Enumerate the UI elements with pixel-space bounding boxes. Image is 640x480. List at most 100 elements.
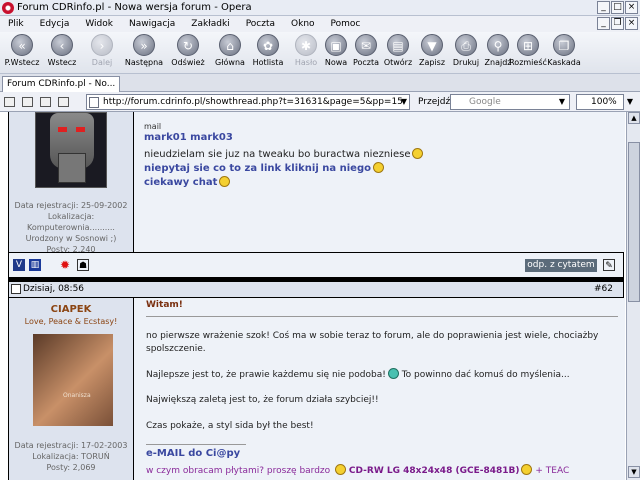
menu-nawigacja[interactable]: Nawigacja (121, 19, 183, 29)
doc-close-button[interactable]: × (625, 17, 638, 30)
find-icon: ⚲ (487, 34, 509, 56)
beer-smiley-icon (521, 464, 533, 475)
rewind-icon: « (11, 34, 33, 56)
page-icon[interactable] (58, 97, 69, 107)
title-bar: Forum CDRinfo.pl - Nowa wersja forum - O… (0, 0, 640, 16)
new-page-icon: ▣ (325, 34, 347, 56)
avatar: Onanisza (33, 334, 113, 426)
save-icon: ▼ (421, 34, 443, 56)
ghost-icon[interactable]: ☗ (77, 259, 89, 271)
nast-pna-button[interactable]: » Następna (124, 34, 164, 67)
home-small-icon[interactable] (40, 97, 51, 107)
scroll-up-icon[interactable]: ▲ (628, 112, 640, 124)
post-2: CIAPEK Love, Peace & Ecstasy! Onanisza D… (8, 298, 625, 480)
post-2-regdate: Data rejestracji: 17-02-2003 (14, 441, 128, 450)
quote-reply-button[interactable]: odp. z cytatem (525, 259, 597, 272)
menu-okno[interactable]: Okno (283, 19, 323, 29)
forward-icon: › (91, 34, 113, 56)
post-1-line: mark01 mark03 (144, 132, 233, 143)
doc-minimize-button[interactable]: _ (597, 17, 610, 30)
v-icon[interactable]: V (13, 259, 25, 271)
post-1-body: mail mark01 mark03 nieudzielam sie juz n… (133, 112, 625, 252)
maximize-button[interactable]: □ (611, 1, 624, 14)
kaskada-button[interactable]: ❐ Kaskada (544, 34, 584, 67)
wstecz-button[interactable]: ‹ Wstecz (42, 34, 82, 67)
search-dropdown-icon[interactable]: ▼ (556, 95, 568, 109)
window-title: Forum CDRinfo.pl - Nowa wersja forum - O… (17, 2, 252, 13)
post-2-paragraph: Najlepsze jest to, że prawie każdemu się… (146, 368, 570, 380)
post-1: Data rejestracji: 25-09-2002 Lokalizacja… (8, 112, 625, 254)
wink-smiley-icon (412, 148, 424, 159)
post-2-header: Dzisiaj, 08:56 #62 (8, 282, 624, 298)
tab-forum[interactable]: Forum CDRinfo.pl - No... (2, 76, 120, 92)
post-2-paragraph: no pierwsze wrażenie szok! Coś ma w sobi… (146, 331, 599, 354)
mail-label: mail (144, 122, 162, 131)
profile-book-icon[interactable]: ▥ (29, 259, 41, 271)
menu-widok[interactable]: Widok (77, 19, 121, 29)
tile-icon: ⊞ (517, 34, 539, 56)
vertical-scrollbar[interactable]: ▲ ▼ (626, 112, 640, 480)
cascade-icon: ❐ (553, 34, 575, 56)
post-2-title: Witam! (146, 300, 183, 310)
post-1-line: nieudzielam sie juz na tweaku bo buractw… (144, 148, 424, 160)
cool-smiley-icon (387, 368, 399, 379)
avatar (35, 112, 107, 188)
post-1-sidebar: Data rejestracji: 25-09-2002 Lokalizacja… (9, 112, 133, 254)
menu-bar: Plik Edycja Widok Nawigacja Zakładki Poc… (0, 16, 640, 32)
trash-icon[interactable] (22, 97, 33, 107)
reload-icon: ↻ (177, 34, 199, 56)
rozmie--button[interactable]: ⊞ Rozmieść (508, 34, 548, 67)
od-wie--button[interactable]: ↻ Odśwież (168, 34, 208, 67)
panel-toggle-icon[interactable] (4, 97, 15, 107)
url-dropdown-icon[interactable]: ▼ (398, 95, 410, 109)
post-2-date: Dzisiaj, 08:56 (23, 284, 85, 294)
post-1-regdate: Data rejestracji: 25-09-2002 (14, 201, 128, 210)
smiley-icon (372, 162, 384, 173)
post-2-username[interactable]: CIAPEK (9, 304, 133, 315)
post-2-post-count: Posty: 2,069 (46, 463, 96, 472)
scroll-thumb[interactable] (628, 142, 640, 302)
opera-logo-icon (2, 1, 14, 14)
dalej-button[interactable]: › Dalej (82, 34, 122, 67)
post-1-line: ciekawy chat (144, 176, 231, 188)
menu-edycja[interactable]: Edycja (32, 19, 78, 29)
fast-forward-icon: » (133, 34, 155, 56)
post-2-paragraph: Czas pokaże, a styl sida był the best! (146, 421, 314, 431)
tab-bar: Forum CDRinfo.pl - No... (0, 74, 640, 92)
p-wstecz-button[interactable]: «P.Wstecz (2, 34, 42, 67)
doc-restore-button[interactable]: ❐ (611, 17, 624, 30)
print-icon: ⎙ (455, 34, 477, 56)
sun-icon[interactable]: ✹ (59, 259, 71, 271)
close-button[interactable]: × (625, 1, 638, 14)
edit-note-icon[interactable]: ✎ (603, 259, 615, 271)
post-1-line[interactable]: niepytaj sie co to za link kliknij na ni… (144, 162, 384, 174)
g-wna-button[interactable]: ⌂ Główna (210, 34, 250, 67)
post-2-number[interactable]: #62 (594, 284, 613, 294)
post-2-body: Witam! no pierwsze wrażenie szok! Coś ma… (133, 298, 625, 480)
zoom-select[interactable]: 100% (576, 94, 624, 110)
menu-pomoc[interactable]: Pomoc (323, 19, 369, 29)
smiley-icon (219, 176, 231, 187)
post-icon (11, 284, 21, 294)
menu-plik[interactable]: Plik (0, 19, 32, 29)
url-input[interactable]: http://forum.cdrinfo.pl/showthread.php?t… (86, 94, 410, 110)
mail-icon: ✉ (355, 34, 377, 56)
smiley-icon (335, 464, 347, 475)
menu-poczta[interactable]: Poczta (238, 19, 283, 29)
password-icon: ✱ (295, 34, 317, 56)
minimize-button[interactable]: _ (597, 1, 610, 14)
search-input[interactable]: Google (450, 94, 570, 110)
page-icon (89, 97, 99, 108)
page-content: Data rejestracji: 25-09-2002 Lokalizacja… (0, 112, 626, 480)
open-icon: ▤ (387, 34, 409, 56)
hotlista-button[interactable]: ✿ Hotlista (248, 34, 288, 67)
address-bar: http://forum.cdrinfo.pl/showthread.php?t… (0, 92, 640, 112)
post-1-location-2: Urodzony w Sosnowi ;) (25, 234, 117, 243)
menu-zakladki[interactable]: Zakładki (183, 19, 237, 29)
scroll-down-icon[interactable]: ▼ (628, 466, 640, 478)
back-icon: ‹ (51, 34, 73, 56)
zoom-dropdown-icon[interactable]: ▼ (624, 95, 636, 109)
goto-button[interactable]: Przejdź (418, 97, 450, 107)
email-link[interactable]: e-MAIL do Ci@py (146, 448, 240, 459)
home-icon: ⌂ (219, 34, 241, 56)
